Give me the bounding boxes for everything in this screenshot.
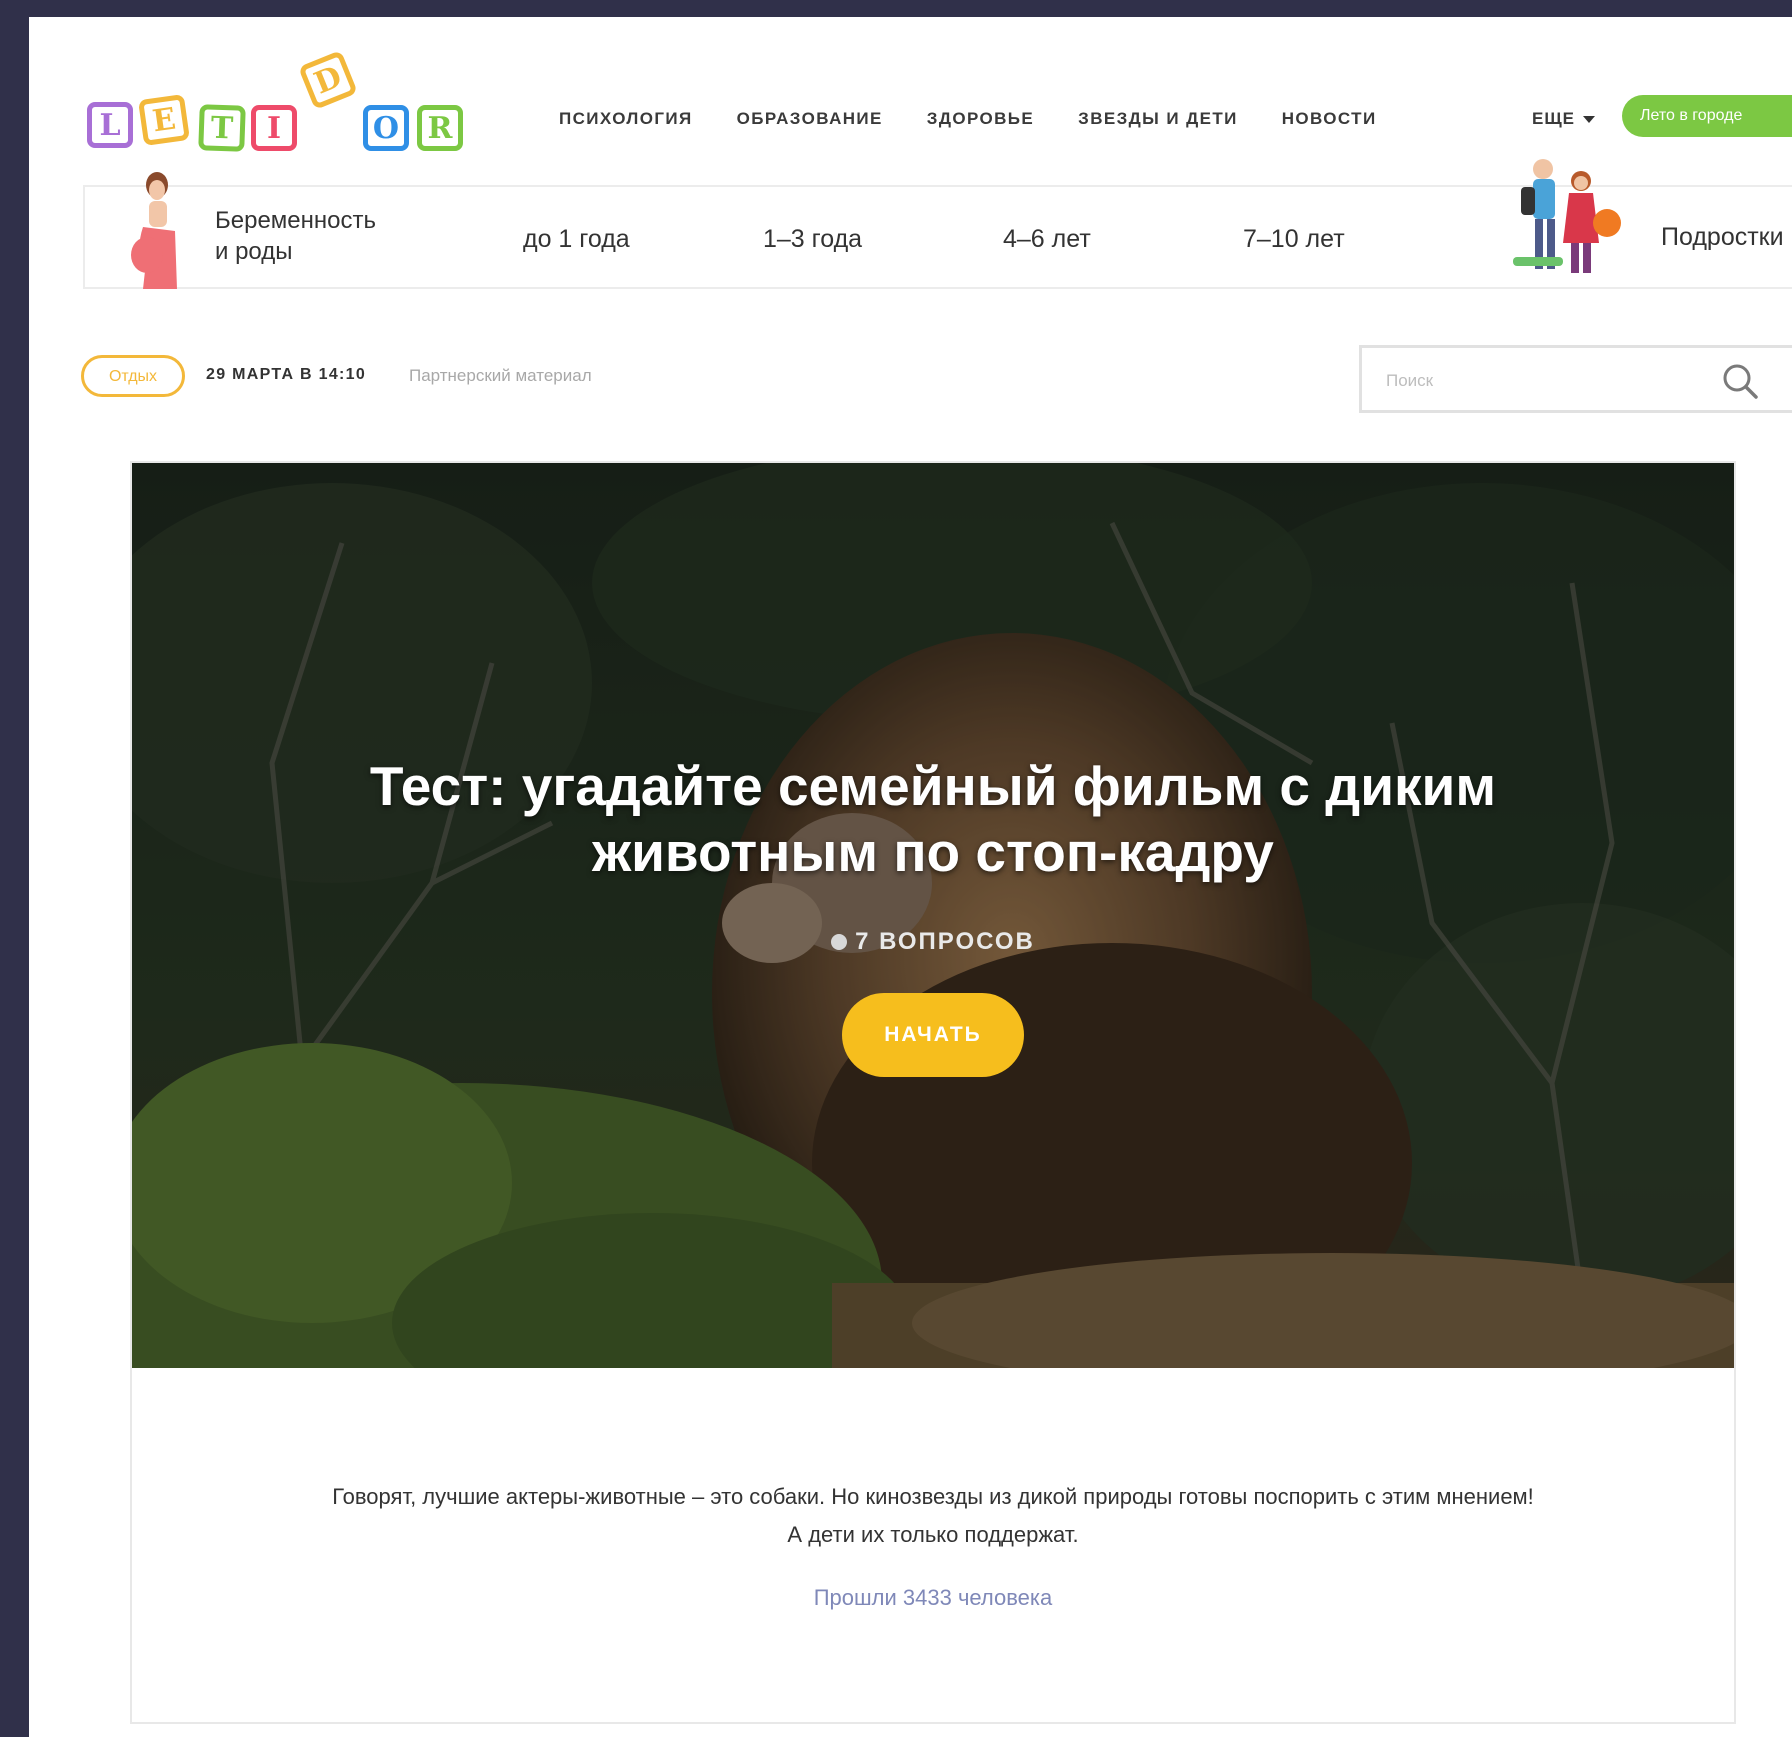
logo-letter-block: T	[198, 104, 246, 152]
age-category-bar: Беременность и роды до 1 года 1–3 года 4…	[83, 159, 1792, 289]
logo-letter-block: I	[251, 105, 297, 151]
page: LETIDOR психология образование здоровье …	[29, 17, 1792, 1737]
question-count: 7 ВОПРОСОВ	[132, 928, 1734, 956]
age-item-1-3[interactable]: 1–3 года	[763, 225, 862, 254]
more-menu-label: ЕЩЕ	[1532, 109, 1576, 128]
nav-item-education[interactable]: образование	[737, 109, 883, 129]
site-logo[interactable]: LETIDOR	[87, 47, 467, 157]
age-item-teens[interactable]: Подростки	[1661, 223, 1784, 252]
question-icon	[831, 934, 848, 950]
age-item-under-1[interactable]: до 1 года	[523, 225, 630, 254]
more-menu[interactable]: ЕЩЕ	[1532, 109, 1596, 129]
main-nav: психология образование здоровье звезды и…	[559, 109, 1377, 129]
logo-letter-block: D	[298, 50, 358, 110]
start-quiz-button[interactable]: НАЧАТЬ	[842, 993, 1024, 1077]
age-item-pregnancy-label: Беременность и роды	[215, 207, 376, 265]
quiz-card: Тест: угадайте семейный фильм с диким жи…	[130, 461, 1736, 1724]
nav-item-news[interactable]: новости	[1282, 109, 1377, 129]
category-tag[interactable]: Отдых	[81, 355, 185, 397]
logo-letter-block: R	[417, 105, 463, 151]
quiz-title: Тест: угадайте семейный фильм с диким жи…	[132, 753, 1734, 885]
partner-label: Партнерский материал	[409, 366, 592, 385]
quiz-title-text: Тест: угадайте семейный фильм с диким жи…	[369, 755, 1497, 883]
logo-letter-block: O	[363, 105, 409, 151]
logo-letter-block: L	[87, 102, 133, 148]
nav-item-health[interactable]: здоровье	[927, 109, 1034, 129]
quiz-hero: Тест: угадайте семейный фильм с диким жи…	[132, 463, 1734, 1368]
question-count-text: 7 ВОПРОСОВ	[855, 928, 1035, 955]
lion-background-image	[132, 463, 1734, 1368]
age-item-7-10[interactable]: 7–10 лет	[1243, 225, 1345, 254]
age-item-4-6[interactable]: 4–6 лет	[1003, 225, 1091, 254]
publish-date: 29 МАРТА В 14:10	[206, 366, 367, 383]
search-icon[interactable]	[1720, 361, 1760, 401]
quiz-description: Говорят, лучшие актеры-животные – это со…	[172, 1478, 1694, 1554]
search-input[interactable]	[1384, 366, 1718, 396]
quiz-description-line-2: А дети их только поддержат.	[787, 1522, 1079, 1547]
nav-item-stars-and-kids[interactable]: звезды и дети	[1078, 109, 1238, 129]
age-item-pregnancy[interactable]: Беременность и роды	[215, 205, 376, 267]
nav-item-psychology[interactable]: психология	[559, 109, 693, 129]
participants-count: Прошли 3433 человека	[813, 1585, 1053, 1610]
pregnant-woman-icon	[131, 172, 177, 289]
quiz-description-line-1: Говорят, лучшие актеры-животные – это со…	[332, 1484, 1534, 1509]
teenagers-icon	[1513, 159, 1621, 273]
summer-in-city-button[interactable]: Лето в городе	[1622, 95, 1792, 137]
caret-down-icon	[1583, 116, 1596, 124]
search-box	[1359, 345, 1792, 413]
logo-letter-block: E	[138, 94, 190, 146]
